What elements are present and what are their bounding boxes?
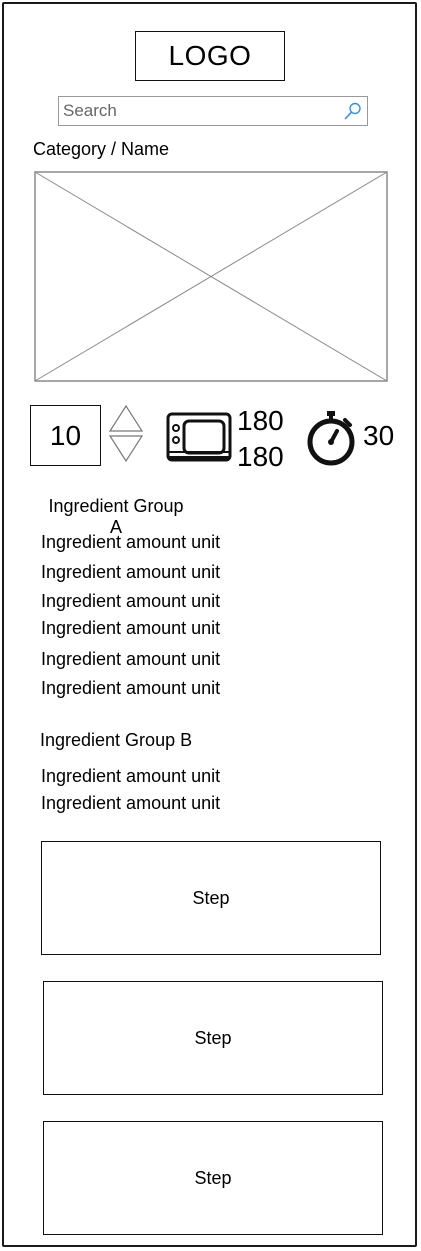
search-input[interactable]	[59, 98, 333, 124]
ingredient-item: Ingredient amount unit	[41, 793, 221, 813]
chevron-up-icon[interactable]	[108, 404, 144, 432]
oven-icon	[166, 412, 232, 462]
servings-number: 10	[49, 419, 82, 451]
ingredient-item: Ingredient amount unit	[41, 618, 221, 638]
image-placeholder	[34, 171, 388, 382]
logo[interactable]: LOGO	[135, 31, 285, 81]
ingredient-item: Ingredient amount unit	[41, 532, 221, 552]
cook-time-value: 30	[363, 420, 395, 451]
step-card[interactable]: Step	[41, 841, 381, 955]
servings-stepper[interactable]	[108, 404, 144, 464]
chevron-down-icon[interactable]	[108, 435, 144, 463]
logo-text: LOGO	[168, 40, 252, 71]
ingredient-group-b-title: Ingredient Group B	[40, 730, 193, 750]
ingredient-item: Ingredient amount unit	[41, 562, 221, 582]
ingredient-item: Ingredient amount unit	[41, 649, 221, 669]
stopwatch-icon	[307, 411, 355, 466]
ingredient-item: Ingredient amount unit	[41, 678, 221, 698]
recipe-page: LOGO Category / Name 10 180 180	[0, 0, 421, 1251]
step-card[interactable]: Step	[43, 1121, 383, 1235]
step-label: Step	[192, 887, 230, 908]
temperature-value-2: 180	[237, 441, 284, 472]
step-card[interactable]: Step	[43, 981, 383, 1095]
servings-value[interactable]: 10	[30, 405, 101, 466]
temperature-value-1: 180	[237, 405, 284, 436]
search-icon[interactable]	[343, 101, 363, 121]
search-bar	[58, 96, 368, 126]
step-label: Step	[194, 1167, 232, 1188]
ingredient-item: Ingredient amount unit	[41, 591, 221, 611]
step-label: Step	[194, 1027, 232, 1048]
ingredient-item: Ingredient amount unit	[41, 766, 221, 786]
category-name-label: Category / Name	[33, 139, 170, 159]
